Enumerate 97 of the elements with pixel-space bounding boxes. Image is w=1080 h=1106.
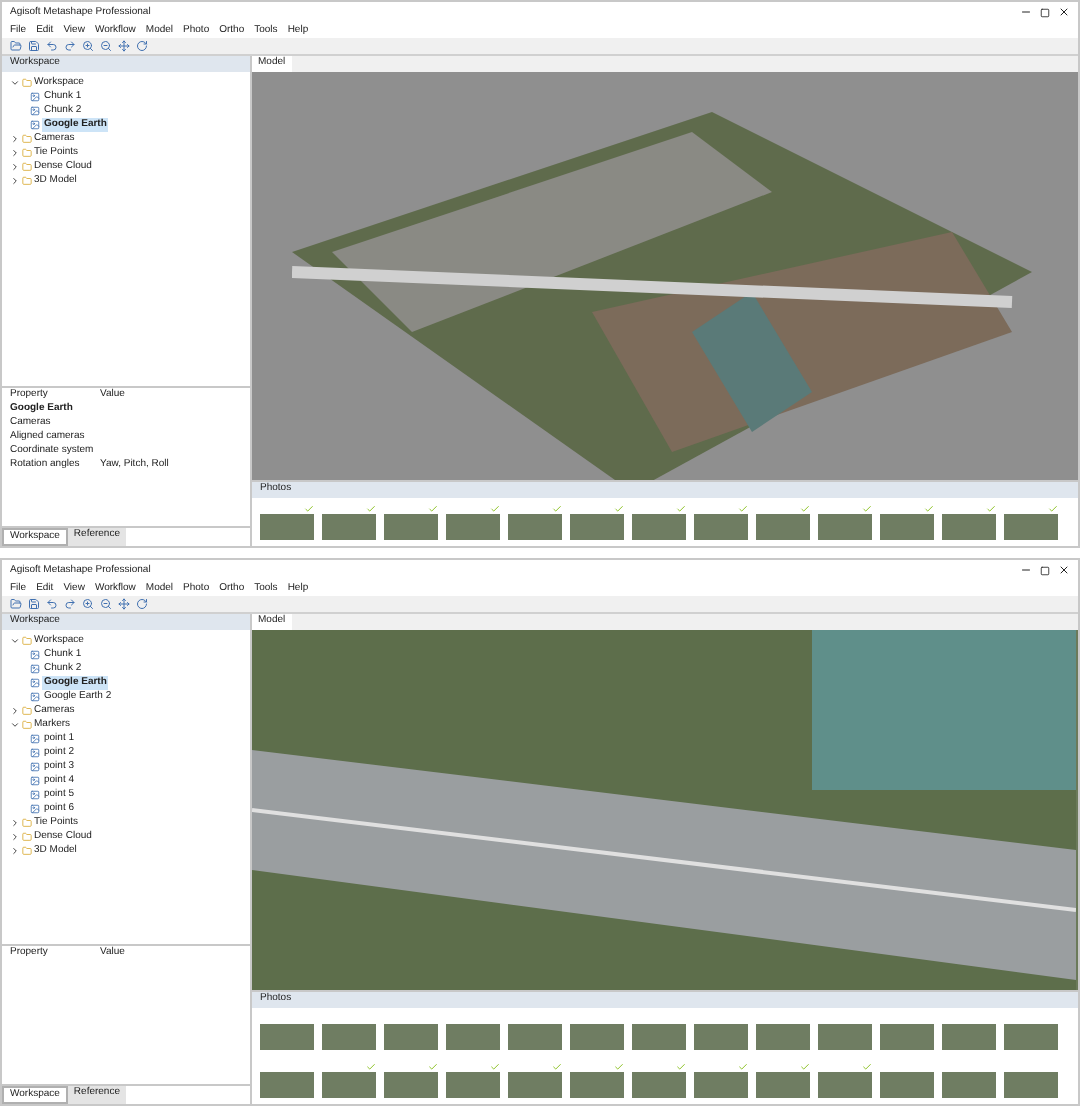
photo-thumbnail[interactable] (632, 1072, 686, 1098)
minimize-icon[interactable] (1020, 564, 1032, 576)
folder-icon (22, 846, 32, 856)
photo-thumbnail[interactable] (384, 514, 438, 540)
photo-thumbnail[interactable] (694, 1024, 748, 1050)
toolbar-icon[interactable] (64, 598, 76, 610)
photo-thumbnail[interactable] (322, 514, 376, 540)
image-icon (30, 692, 40, 702)
expand-icon[interactable] (10, 636, 20, 646)
photo-thumbnail[interactable] (756, 1072, 810, 1098)
expand-icon[interactable] (10, 720, 20, 730)
image-icon (30, 776, 40, 786)
photo-thumbnail[interactable] (756, 514, 810, 540)
photo-thumbnail[interactable] (694, 1072, 748, 1098)
photo-thumbnail[interactable] (446, 1072, 500, 1098)
expand-icon[interactable] (10, 134, 20, 144)
folder-icon (22, 148, 32, 158)
toolbar-icon[interactable] (100, 40, 112, 52)
photo-thumbnail[interactable] (1004, 1024, 1058, 1050)
image-icon (30, 678, 40, 688)
folder-icon (22, 720, 32, 730)
close-icon[interactable] (1058, 6, 1070, 18)
image-icon (30, 734, 40, 744)
photo-thumbnail[interactable] (446, 1024, 500, 1050)
image-icon (30, 790, 40, 800)
toolbar-icon[interactable] (64, 40, 76, 52)
expand-icon[interactable] (10, 846, 20, 856)
folder-icon (22, 176, 32, 186)
toolbar-icon[interactable] (136, 598, 148, 610)
expand-icon[interactable] (10, 78, 20, 88)
expand-icon[interactable] (10, 818, 20, 828)
photo-thumbnail[interactable] (880, 514, 934, 540)
photo-thumbnail[interactable] (942, 514, 996, 540)
maximize-icon[interactable] (1040, 7, 1050, 17)
expand-icon[interactable] (10, 706, 20, 716)
photo-thumbnail[interactable] (508, 1072, 562, 1098)
folder-icon (22, 636, 32, 646)
toolbar-icon[interactable] (100, 598, 112, 610)
photo-thumbnail[interactable] (384, 1024, 438, 1050)
photo-thumbnail[interactable] (694, 514, 748, 540)
folder-icon (22, 162, 32, 172)
photo-thumbnail[interactable] (260, 1024, 314, 1050)
toolbar-icon[interactable] (82, 598, 94, 610)
toolbar-icon[interactable] (10, 40, 22, 52)
image-icon (30, 92, 40, 102)
photo-thumbnail[interactable] (446, 514, 500, 540)
minimize-icon[interactable] (1020, 6, 1032, 18)
photo-thumbnail[interactable] (1004, 514, 1058, 540)
image-icon (30, 650, 40, 660)
toolbar-icon[interactable] (136, 40, 148, 52)
photo-thumbnail[interactable] (508, 514, 562, 540)
folder-icon (22, 134, 32, 144)
image-icon (30, 120, 40, 130)
photo-thumbnail[interactable] (570, 1024, 624, 1050)
photo-thumbnail[interactable] (818, 1024, 872, 1050)
image-icon (30, 106, 40, 116)
photo-thumbnail[interactable] (632, 1024, 686, 1050)
toolbar-icon[interactable] (118, 40, 130, 52)
photo-thumbnail[interactable] (880, 1072, 934, 1098)
folder-icon (22, 706, 32, 716)
photo-thumbnail[interactable] (880, 1024, 934, 1050)
folder-icon (22, 818, 32, 828)
expand-icon[interactable] (10, 832, 20, 842)
toolbar-icon[interactable] (28, 40, 40, 52)
photo-thumbnail[interactable] (570, 514, 624, 540)
image-icon (30, 804, 40, 814)
folder-icon (22, 832, 32, 842)
photo-thumbnail[interactable] (322, 1024, 376, 1050)
photo-thumbnail[interactable] (942, 1024, 996, 1050)
photo-thumbnail[interactable] (508, 1024, 562, 1050)
toolbar-icon[interactable] (10, 598, 22, 610)
toolbar-icon[interactable] (118, 598, 130, 610)
toolbar-icon[interactable] (46, 40, 58, 52)
toolbar-icon[interactable] (82, 40, 94, 52)
expand-icon[interactable] (10, 162, 20, 172)
expand-icon[interactable] (10, 176, 20, 186)
image-icon (30, 762, 40, 772)
image-icon (30, 748, 40, 758)
maximize-icon[interactable] (1040, 565, 1050, 575)
photo-thumbnail[interactable] (322, 1072, 376, 1098)
folder-icon (22, 78, 32, 88)
photo-thumbnail[interactable] (942, 1072, 996, 1098)
model-viewport[interactable] (252, 72, 1078, 480)
photo-thumbnail[interactable] (570, 1072, 624, 1098)
photo-thumbnail[interactable] (818, 514, 872, 540)
photo-thumbnail[interactable] (632, 514, 686, 540)
image-icon (30, 664, 40, 674)
expand-icon[interactable] (10, 148, 20, 158)
photo-thumbnail[interactable] (756, 1024, 810, 1050)
toolbar-icon[interactable] (28, 598, 40, 610)
photo-thumbnail[interactable] (260, 1072, 314, 1098)
photo-thumbnail[interactable] (260, 514, 314, 540)
toolbar-icon[interactable] (46, 598, 58, 610)
close-icon[interactable] (1058, 564, 1070, 576)
photo-thumbnail[interactable] (384, 1072, 438, 1098)
photo-thumbnail[interactable] (818, 1072, 872, 1098)
photo-thumbnail[interactable] (1004, 1072, 1058, 1098)
